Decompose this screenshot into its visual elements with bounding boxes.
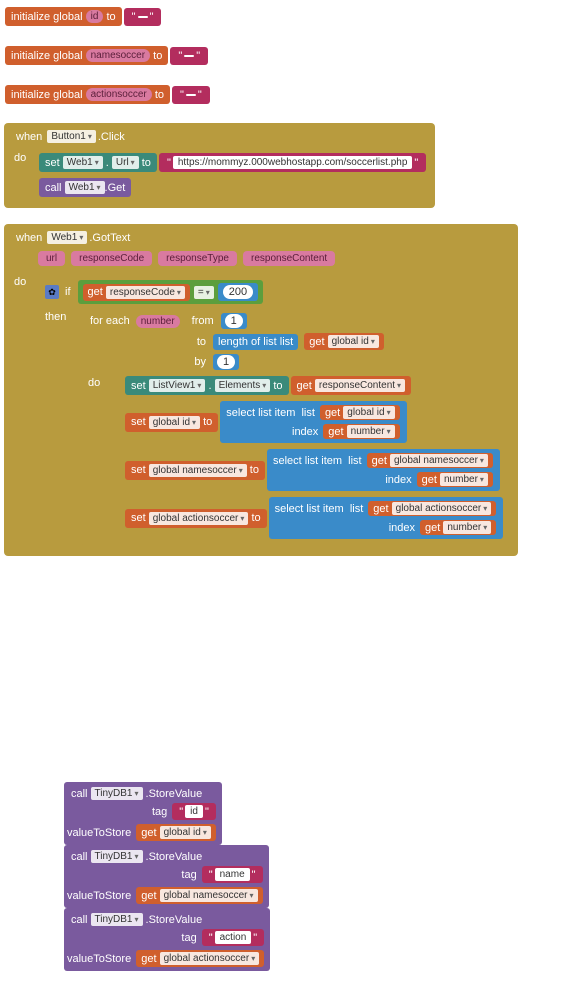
component-dropdown[interactable]: Web1 [47, 231, 87, 244]
url-value[interactable]: "https://mommyz.000webhostapp.com/soccer… [159, 153, 426, 172]
set-global-row: set global id to select list item list g [124, 400, 408, 444]
tag-value[interactable]: "id" [172, 803, 216, 820]
init-block[interactable]: initialize global namesoccer to [5, 46, 168, 65]
num-from[interactable]: 1 [221, 313, 247, 329]
get-responsecode[interactable]: get responseCode [83, 284, 190, 301]
get-global[interactable]: get global id [136, 824, 216, 841]
var-name: namesoccer [86, 49, 150, 62]
param-responsecontent[interactable]: responseContent [243, 251, 335, 266]
num-by[interactable]: 1 [213, 354, 239, 370]
do-label: do [8, 270, 38, 552]
string-value[interactable]: "" [170, 47, 208, 65]
init-row: initialize global namesoccer to "" [4, 45, 209, 66]
if-block[interactable]: ✿ if get responseCode = 200 then [38, 274, 510, 548]
equals-block[interactable]: get responseCode = 200 [78, 280, 264, 304]
component-dropdown[interactable]: Button1 [47, 130, 96, 143]
set-global-row: set global actionsoccer to select list i… [124, 496, 504, 540]
var-name: id [86, 10, 104, 23]
num-200[interactable]: 200 [218, 283, 258, 301]
call-storevalue[interactable]: call TinyDB1 .StoreValue tag "name" valu… [64, 845, 269, 908]
then-label: then [41, 307, 81, 545]
set-global-id[interactable]: set global id to [125, 413, 218, 432]
set-url-block[interactable]: set Web1 . Url to [39, 153, 157, 172]
set-global-row: set global namesoccer to select list ite… [124, 448, 501, 492]
do-label: do [84, 373, 124, 542]
url-text: https://mommyz.000webhostapp.com/soccerl… [173, 156, 413, 169]
var-name: actionsoccer [86, 88, 152, 101]
number-var: number [136, 315, 180, 328]
string-value[interactable]: "" [124, 8, 162, 26]
set-global-actionsoccer[interactable]: set global actionsoccer to [125, 509, 267, 528]
web-dropdown[interactable]: Web1 [63, 156, 103, 169]
call-web-get[interactable]: call Web1 .Get [39, 178, 131, 197]
select-list-item[interactable]: select list item list get global namesoc… [267, 449, 500, 491]
select-list-item[interactable]: select list item list get global actions… [269, 497, 504, 539]
select-list-item[interactable]: select list item list get global id inde… [220, 401, 406, 443]
foreach-block[interactable]: for each number from 1 to length of lis [81, 307, 507, 545]
event-web-gottext[interactable]: when Web1 .GotText url responseCode resp… [4, 224, 518, 556]
param-url[interactable]: url [38, 251, 65, 266]
get-responsecontent[interactable]: get responseContent [291, 376, 412, 395]
do-label: do [8, 146, 38, 204]
init-block[interactable]: initialize global actionsoccer to [5, 85, 170, 104]
get-global[interactable]: get global actionsoccer [136, 950, 264, 967]
init-label: initialize global [11, 11, 83, 23]
tag-value[interactable]: "name" [202, 866, 263, 883]
param-responsecode[interactable]: responseCode [71, 251, 152, 266]
param-responsetype[interactable]: responseType [158, 251, 237, 266]
to-label: to [106, 11, 115, 23]
get-global-id[interactable]: get global id [304, 333, 384, 350]
call-storevalue[interactable]: call TinyDB1 .StoreValue tag "id" valueT… [64, 782, 222, 845]
gear-icon[interactable]: ✿ [45, 285, 59, 299]
init-row: initialize global actionsoccer to "" [4, 84, 211, 105]
event-button-click[interactable]: when Button1 .Click do set Web1 . Url to… [4, 123, 435, 208]
init-block[interactable]: initialize global id to [5, 7, 122, 26]
eq-dropdown[interactable]: = [194, 286, 214, 299]
length-of-list[interactable]: length of list list [213, 334, 298, 350]
init-row: initialize global id to "" [4, 6, 162, 27]
tinydb-calls: call TinyDB1 .StoreValue tag "id" valueT… [64, 782, 576, 971]
tag-value[interactable]: "action" [202, 929, 265, 946]
prop-dropdown[interactable]: Url [112, 156, 139, 169]
get-global[interactable]: get global namesoccer [136, 887, 262, 904]
call-storevalue[interactable]: call TinyDB1 .StoreValue tag "action" va… [64, 908, 270, 971]
string-value[interactable]: "" [172, 86, 210, 104]
set-listview-elements[interactable]: set ListView1 . Elements to [125, 376, 289, 395]
event-header: when Button1 .Click [8, 127, 431, 146]
set-global-namesoccer[interactable]: set global namesoccer to [125, 461, 265, 480]
event-params: url responseCode responseType responseCo… [38, 251, 514, 266]
init-globals: initialize global id to "" initialize gl… [4, 4, 576, 107]
event-header: when Web1 .GotText [8, 228, 514, 247]
